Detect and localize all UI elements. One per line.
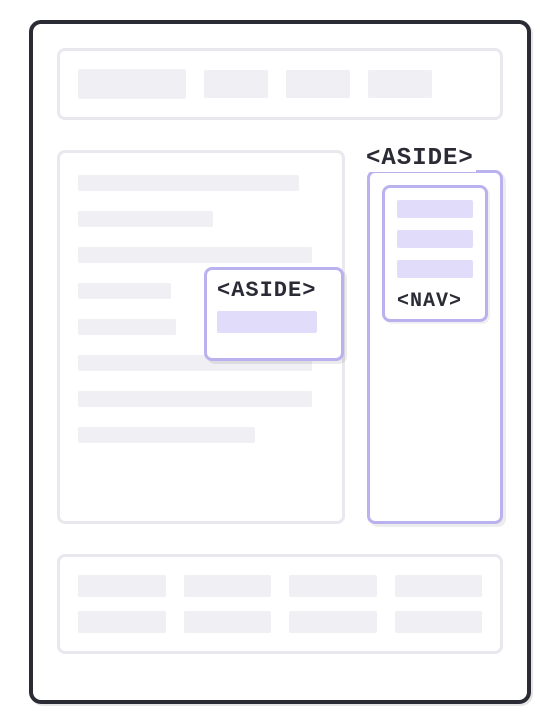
text-line-placeholder xyxy=(78,427,255,443)
nav-item-placeholder xyxy=(397,260,473,278)
page-frame: <ASIDE> <ASIDE> <NAV> xyxy=(29,20,531,704)
text-line-placeholder xyxy=(78,319,176,335)
footer-cell-placeholder xyxy=(289,611,377,633)
nav-item-placeholder xyxy=(397,200,473,218)
middle-row: <ASIDE> <ASIDE> <NAV> xyxy=(57,150,503,524)
header-item-placeholder xyxy=(286,70,350,98)
inline-aside-region: <ASIDE> xyxy=(204,267,344,361)
footer-cell-placeholder xyxy=(395,611,483,633)
footer-row xyxy=(78,611,482,633)
sidebar-aside-region: <ASIDE> <NAV> xyxy=(367,170,503,524)
text-line-placeholder xyxy=(78,391,312,407)
main-region: <ASIDE> xyxy=(57,150,345,524)
header-item-placeholder xyxy=(204,70,268,98)
footer-row xyxy=(78,575,482,597)
footer-cell-placeholder xyxy=(395,575,483,597)
text-line-placeholder xyxy=(78,211,213,227)
footer-cell-placeholder xyxy=(289,575,377,597)
text-line-placeholder xyxy=(78,247,312,263)
nav-region: <NAV> xyxy=(382,185,488,322)
aside-tag-label: <ASIDE> xyxy=(364,145,476,172)
header-region xyxy=(57,48,503,120)
aside-content-placeholder xyxy=(217,311,317,333)
footer-cell-placeholder xyxy=(184,575,272,597)
footer-cell-placeholder xyxy=(184,611,272,633)
nav-tag-label: <NAV> xyxy=(397,290,473,313)
header-item-placeholder xyxy=(368,70,432,98)
nav-item-placeholder xyxy=(397,230,473,248)
footer-region xyxy=(57,554,503,654)
header-logo-placeholder xyxy=(78,69,186,99)
text-line-placeholder xyxy=(78,283,171,299)
aside-tag-label: <ASIDE> xyxy=(217,278,331,303)
text-line-placeholder xyxy=(78,175,299,191)
footer-cell-placeholder xyxy=(78,575,166,597)
footer-cell-placeholder xyxy=(78,611,166,633)
